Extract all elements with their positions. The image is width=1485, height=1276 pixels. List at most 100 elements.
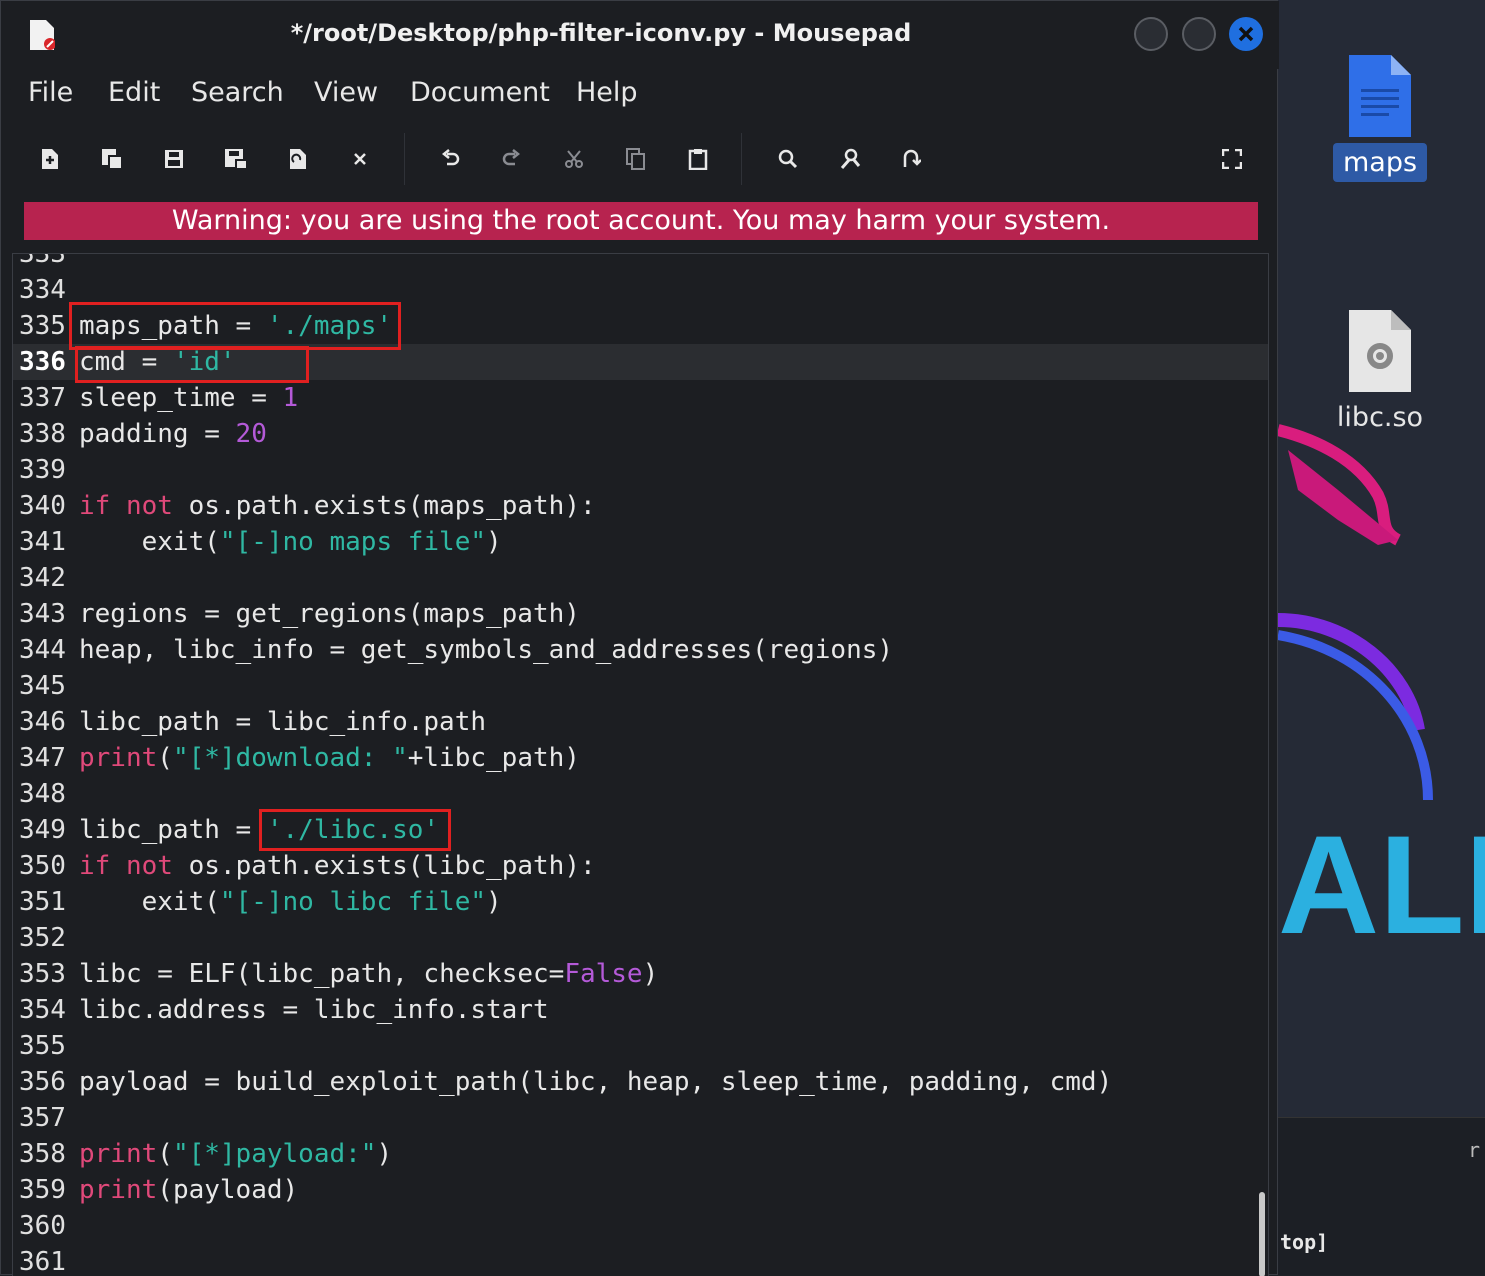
code-line[interactable]: 347 print("[*]download: "+libc_path) xyxy=(13,740,1268,776)
line-number: 333 xyxy=(19,253,66,269)
cut-button[interactable] xyxy=(556,141,592,177)
reload-button[interactable] xyxy=(280,141,316,177)
toolbar xyxy=(1,129,1279,189)
code-line[interactable]: 358 print("[*]payload:") xyxy=(13,1136,1268,1172)
line-number: 344 xyxy=(19,635,66,665)
code-line[interactable]: 350 if not os.path.exists(libc_path): xyxy=(13,848,1268,884)
code-line[interactable]: 348 xyxy=(13,776,1268,812)
line-number: 342 xyxy=(19,563,66,593)
copy-button[interactable] xyxy=(618,141,654,177)
code-line[interactable]: 338 padding = 20 xyxy=(13,416,1268,452)
code-line[interactable]: 339 xyxy=(13,452,1268,488)
code-line[interactable]: 343 regions = get_regions(maps_path) xyxy=(13,596,1268,632)
code-line[interactable]: 360 xyxy=(13,1208,1268,1244)
save-as-button[interactable] xyxy=(218,141,254,177)
highlight-box-maps-path xyxy=(69,302,401,350)
code-line[interactable]: 351 exit("[-]no libc file") xyxy=(13,884,1268,920)
code-line[interactable]: 346 libc_path = libc_info.path xyxy=(13,704,1268,740)
undo-icon xyxy=(441,149,460,166)
fullscreen-button[interactable] xyxy=(1214,141,1250,177)
close-document-button[interactable] xyxy=(342,141,378,177)
code-editor[interactable]: 333 334 335 maps_path = './maps' 336 cmd = 'i… xyxy=(12,253,1269,1276)
code-line[interactable]: 352 xyxy=(13,920,1268,956)
line-number: 351 xyxy=(19,887,66,917)
code-line[interactable]: 353 libc = ELF(libc_path, checksec=False) xyxy=(13,956,1268,992)
save-button[interactable] xyxy=(156,141,192,177)
code-line[interactable]: 361 xyxy=(13,1244,1268,1276)
line-number: 338 xyxy=(19,419,66,449)
new-window-icon xyxy=(102,149,123,170)
new-document-icon xyxy=(42,149,58,169)
code-line[interactable]: 344 heap, libc_info = get_symbols_and_add… xyxy=(13,632,1268,668)
line-code: exit("[-]no maps file") xyxy=(141,527,502,557)
terminal-panel: r top] xyxy=(1278,1117,1485,1275)
paste-button[interactable] xyxy=(680,141,716,177)
menu-help[interactable]: Help xyxy=(576,77,638,108)
minimize-button[interactable] xyxy=(1134,17,1168,51)
code-line[interactable]: 349 libc_path = './libc.so' xyxy=(13,812,1268,848)
go-to-line-button[interactable] xyxy=(893,141,929,177)
line-number: 360 xyxy=(19,1211,66,1241)
redo-icon xyxy=(502,149,521,166)
new-window-button[interactable] xyxy=(94,141,130,177)
code-line[interactable]: 345 xyxy=(13,668,1268,704)
find-icon xyxy=(778,149,798,169)
line-number: 335 xyxy=(19,311,66,341)
code-line[interactable]: 355 xyxy=(13,1028,1268,1064)
line-number: 336 xyxy=(19,347,66,377)
line-code: heap, libc_info = get_symbols_and_addres… xyxy=(79,635,894,665)
line-number: 349 xyxy=(19,815,66,845)
close-icon xyxy=(354,153,366,165)
line-number: 340 xyxy=(19,491,66,521)
menu-search[interactable]: Search xyxy=(191,77,284,108)
line-code: if not os.path.exists(maps_path): xyxy=(79,491,596,521)
code-line[interactable]: 341 exit("[-]no maps file") xyxy=(13,524,1268,560)
highlight-box-libc-path xyxy=(259,809,451,851)
code-line[interactable]: 354 libc.address = libc_info.start xyxy=(13,992,1268,1028)
menu-edit[interactable]: Edit xyxy=(108,77,160,108)
code-line[interactable]: 357 xyxy=(13,1100,1268,1136)
code-line[interactable]: 333 xyxy=(13,253,1268,272)
code-line[interactable]: 359 print(payload) xyxy=(13,1172,1268,1208)
panel-text: top] xyxy=(1280,1230,1329,1254)
code-line[interactable]: 340 if not os.path.exists(maps_path): xyxy=(13,488,1268,524)
line-code: print("[*]payload:") xyxy=(79,1139,393,1169)
code-line[interactable]: 356 payload = build_exploit_path(libc, he… xyxy=(13,1064,1268,1100)
line-code: libc_path = libc_info.path xyxy=(79,707,487,737)
close-icon xyxy=(1238,26,1254,42)
line-number: 357 xyxy=(19,1103,66,1133)
line-code: libc.address = libc_info.start xyxy=(79,995,549,1025)
find-button[interactable] xyxy=(770,141,806,177)
redo-button[interactable] xyxy=(493,141,529,177)
desktop-background: ALI maps libc.so r top] xyxy=(1278,0,1485,1275)
new-document-button[interactable] xyxy=(32,141,68,177)
titlebar[interactable]: */root/Desktop/php-filter-iconv.py - Mou… xyxy=(1,1,1279,69)
line-number: 343 xyxy=(19,599,66,629)
editor-scrollbar[interactable] xyxy=(1259,1192,1265,1276)
line-code: sleep_time = 1 xyxy=(79,383,299,413)
line-code: print("[*]download: "+libc_path) xyxy=(79,743,580,773)
line-code: exit("[-]no libc file") xyxy=(141,887,502,917)
toolbar-separator xyxy=(741,133,742,185)
save-as-icon xyxy=(225,149,248,170)
toolbar-separator xyxy=(404,133,405,185)
line-number: 356 xyxy=(19,1067,66,1097)
line-code: regions = get_regions(maps_path) xyxy=(79,599,580,629)
desktop-icon-maps[interactable]: maps xyxy=(1315,55,1445,182)
line-code: libc = ELF(libc_path, checksec=False) xyxy=(79,959,659,989)
code-line[interactable]: 342 xyxy=(13,560,1268,596)
undo-button[interactable] xyxy=(433,141,469,177)
menu-view[interactable]: View xyxy=(314,77,378,108)
panel-text: r xyxy=(1468,1138,1481,1162)
close-button[interactable] xyxy=(1229,17,1263,51)
find-replace-button[interactable] xyxy=(832,141,868,177)
menu-file[interactable]: File xyxy=(28,77,73,108)
line-code: print(payload) xyxy=(79,1175,299,1205)
code-line[interactable]: 337 sleep_time = 1 xyxy=(13,380,1268,416)
maximize-button[interactable] xyxy=(1182,17,1216,51)
line-number: 361 xyxy=(19,1247,66,1276)
menu-document[interactable]: Document xyxy=(410,77,550,108)
highlight-box-cmd xyxy=(75,346,309,383)
desktop-icon-libc[interactable]: libc.so xyxy=(1315,310,1445,437)
text-file-icon xyxy=(1349,55,1411,137)
